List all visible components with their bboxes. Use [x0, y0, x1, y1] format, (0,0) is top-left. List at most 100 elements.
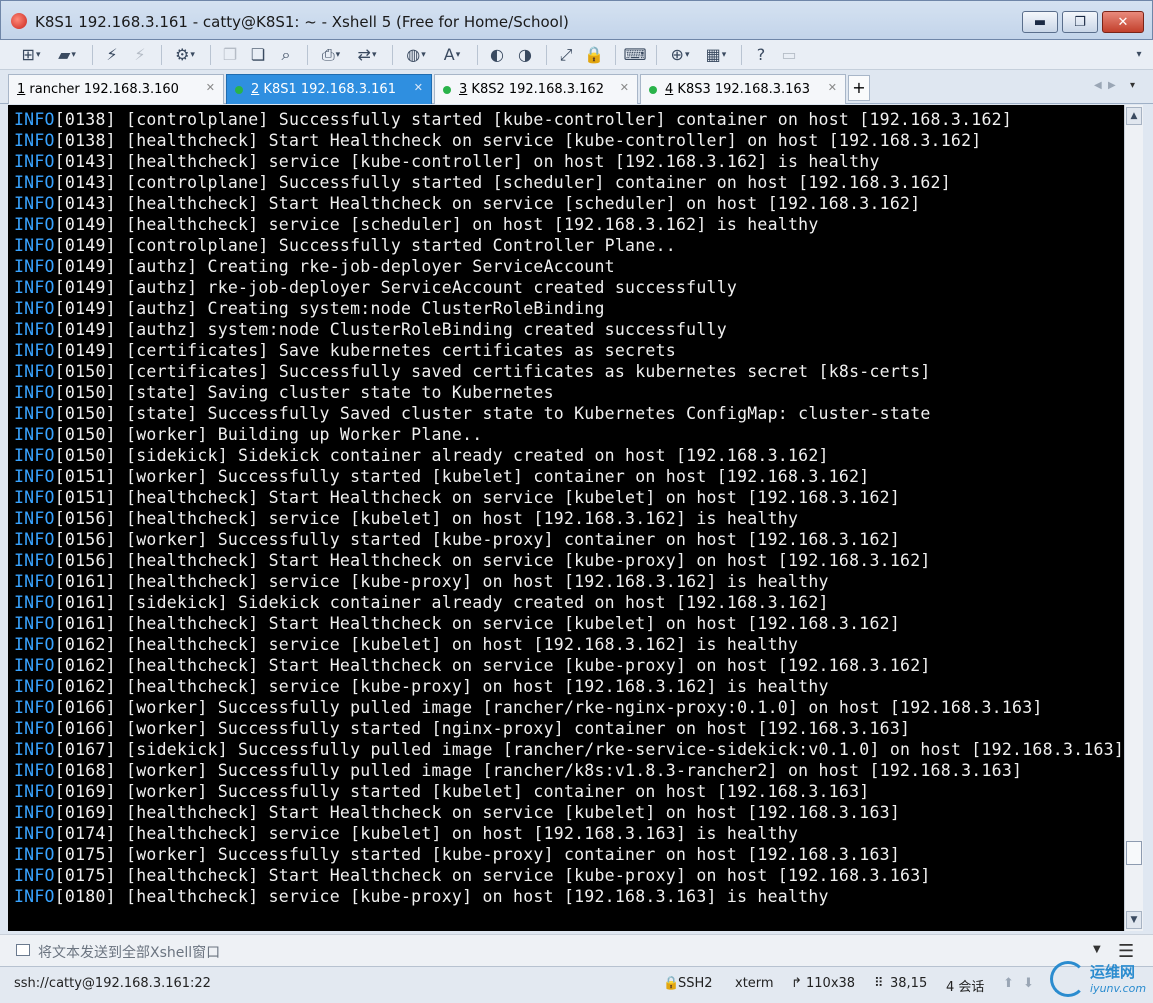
copy-icon[interactable]: ❐	[217, 43, 243, 67]
terminal-line: INFO[0175] [healthcheck] Start Healthche…	[14, 865, 1124, 886]
terminal-line: INFO[0156] [worker] Successfully started…	[14, 529, 1124, 550]
log-message: [0150] [state] Saving cluster state to K…	[54, 383, 554, 402]
help-icon[interactable]: ?	[748, 43, 774, 67]
log-level: INFO	[14, 236, 55, 255]
log-message: [0138] [healthcheck] Start Healthcheck o…	[54, 131, 982, 150]
status-size: 110x38	[806, 976, 856, 991]
log-message: [0167] [sidekick] Successfully pulled im…	[54, 740, 1124, 759]
compose-dropdown-icon[interactable]: ▼	[1093, 944, 1101, 955]
tab-close-icon[interactable]: ✕	[828, 81, 837, 94]
connect-icon[interactable]: ⚡	[99, 43, 125, 67]
log-level: INFO	[14, 362, 55, 381]
log-message: [0162] [healthcheck] service [kubelet] o…	[54, 635, 799, 654]
print-icon[interactable]: ⎙	[314, 43, 348, 67]
xshell-app-icon[interactable]	[11, 13, 27, 29]
log-message: [0161] [healthcheck] Start Healthcheck o…	[54, 614, 901, 633]
log-level: INFO	[14, 110, 55, 129]
close-button[interactable]: ✕	[1102, 11, 1144, 33]
log-message: [0161] [healthcheck] service [kube-proxy…	[54, 572, 829, 591]
log-level: INFO	[14, 677, 55, 696]
log-message: [0175] [healthcheck] Start Healthcheck o…	[54, 866, 931, 885]
fullscreen-icon[interactable]: ⤢	[553, 43, 579, 67]
terminal-line: INFO[0149] [authz] Creating rke-job-depl…	[14, 256, 1124, 277]
status-connection: ssh://catty@192.168.3.161:22	[14, 976, 211, 991]
connected-dot-icon	[443, 85, 451, 94]
terminal-line: INFO[0150] [state] Successfully Saved cl…	[14, 403, 1124, 424]
scroll-thumb[interactable]	[1126, 841, 1142, 865]
terminal-line: INFO[0149] [healthcheck] service [schedu…	[14, 214, 1124, 235]
add-tab-button[interactable]: +	[848, 75, 870, 101]
properties-icon[interactable]: ⚙	[168, 43, 202, 67]
scroll-down-icon[interactable]: ▼	[1126, 911, 1142, 929]
lock-status-icon: 🔒	[663, 976, 680, 991]
terminal-line: INFO[0150] [sidekick] Sidekick container…	[14, 445, 1124, 466]
terminal-line: INFO[0162] [healthcheck] service [kubele…	[14, 634, 1124, 655]
log-message: [0149] [authz] Creating system:node Clus…	[54, 299, 605, 318]
session-down-icon[interactable]: ⬇	[1023, 976, 1034, 991]
log-message: [0138] [controlplane] Successfully start…	[54, 110, 1013, 129]
log-message: [0143] [healthcheck] Start Healthcheck o…	[54, 194, 921, 213]
log-level: INFO	[14, 698, 55, 717]
disconnect-icon[interactable]: ⚡	[127, 43, 153, 67]
log-message: [0150] [sidekick] Sidekick container alr…	[54, 446, 829, 465]
tab-label: K8S1 192.168.3.161	[259, 82, 396, 97]
log-message: [0150] [worker] Building up Worker Plane…	[54, 425, 483, 444]
tab-label: rancher 192.168.3.160	[25, 82, 179, 97]
new-session-icon[interactable]: ⊞	[14, 43, 48, 67]
log-level: INFO	[14, 299, 55, 318]
terminal-scrollbar[interactable]: ▲ ▼	[1124, 105, 1143, 931]
log-message: [0161] [sidekick] Sidekick container alr…	[54, 593, 829, 612]
watermark-circle-icon	[1050, 961, 1086, 997]
terminal-line: INFO[0175] [worker] Successfully started…	[14, 844, 1124, 865]
font-icon[interactable]: A	[435, 43, 469, 67]
toolbar-options-icon[interactable]: ▾	[1126, 43, 1152, 67]
keyboard-icon[interactable]: ⌨	[622, 43, 648, 67]
compose-input[interactable]: 将文本发送到全部Xshell窗口	[38, 942, 220, 962]
tab-close-icon[interactable]: ✕	[620, 81, 629, 94]
tab-rancher[interactable]: 1 rancher 192.168.3.160 ✕	[8, 74, 224, 104]
open-folder-icon[interactable]: ▰	[50, 43, 84, 67]
tab-close-icon[interactable]: ✕	[206, 81, 215, 94]
terminal-line: INFO[0169] [worker] Successfully started…	[14, 781, 1124, 802]
xftp-icon[interactable]: ◐	[484, 43, 510, 67]
add-icon[interactable]: ⊕	[663, 43, 697, 67]
minimize-button[interactable]: ▬	[1022, 11, 1058, 33]
tab-k8s1[interactable]: 2 K8S1 192.168.3.161 ✕	[226, 74, 432, 104]
log-level: INFO	[14, 215, 55, 234]
transfer-icon[interactable]: ⇄	[350, 43, 384, 67]
window-title: K8S1 192.168.3.161 - catty@K8S1: ~ - Xsh…	[35, 13, 569, 31]
find-icon[interactable]: ⌕	[273, 43, 299, 67]
session-up-icon[interactable]: ⬆	[1003, 976, 1014, 991]
log-message: [0162] [healthcheck] service [kube-proxy…	[54, 677, 829, 696]
lock-icon[interactable]: 🔒	[581, 43, 607, 67]
terminal-line: INFO[0149] [controlplane] Successfully s…	[14, 235, 1124, 256]
compose-bar: 将文本发送到全部Xshell窗口 ▼ ☰	[0, 934, 1153, 966]
connected-dot-icon	[235, 85, 243, 94]
xmanager-icon[interactable]: ◑	[512, 43, 538, 67]
terminal-output[interactable]: INFO[0138] [controlplane] Successfully s…	[8, 105, 1124, 931]
log-message: [0156] [worker] Successfully started [ku…	[54, 530, 901, 549]
chat-icon[interactable]: ▭	[776, 43, 802, 67]
log-level: INFO	[14, 383, 55, 402]
terminal-line: INFO[0138] [healthcheck] Start Healthche…	[14, 130, 1124, 151]
watermark-sub: iyunv.com	[1090, 982, 1147, 995]
tab-next-icon[interactable]: ▶	[1108, 80, 1116, 91]
tab-prev-icon[interactable]: ◀	[1094, 80, 1102, 91]
tab-k8s3[interactable]: 4 K8S3 192.168.3.163 ✕	[640, 74, 846, 104]
globe-icon[interactable]: ◍	[399, 43, 433, 67]
log-level: INFO	[14, 782, 55, 801]
tab-list-icon[interactable]: ▾	[1130, 80, 1135, 91]
maximize-button[interactable]: ❐	[1062, 11, 1098, 33]
log-level: INFO	[14, 635, 55, 654]
tab-k8s2[interactable]: 3 K8S2 192.168.3.162 ✕	[434, 74, 638, 104]
terminal-line: INFO[0169] [healthcheck] Start Healthche…	[14, 802, 1124, 823]
tab-close-icon[interactable]: ✕	[414, 81, 423, 94]
log-level: INFO	[14, 740, 55, 759]
log-message: [0149] [controlplane] Successfully start…	[54, 236, 676, 255]
log-level: INFO	[14, 341, 55, 360]
scroll-up-icon[interactable]: ▲	[1126, 107, 1142, 125]
status-protocol: SSH2	[678, 976, 713, 991]
paste-icon[interactable]: ❏	[245, 43, 271, 67]
layout-icon[interactable]: ▦	[699, 43, 733, 67]
log-message: [0169] [worker] Successfully started [ku…	[54, 782, 870, 801]
